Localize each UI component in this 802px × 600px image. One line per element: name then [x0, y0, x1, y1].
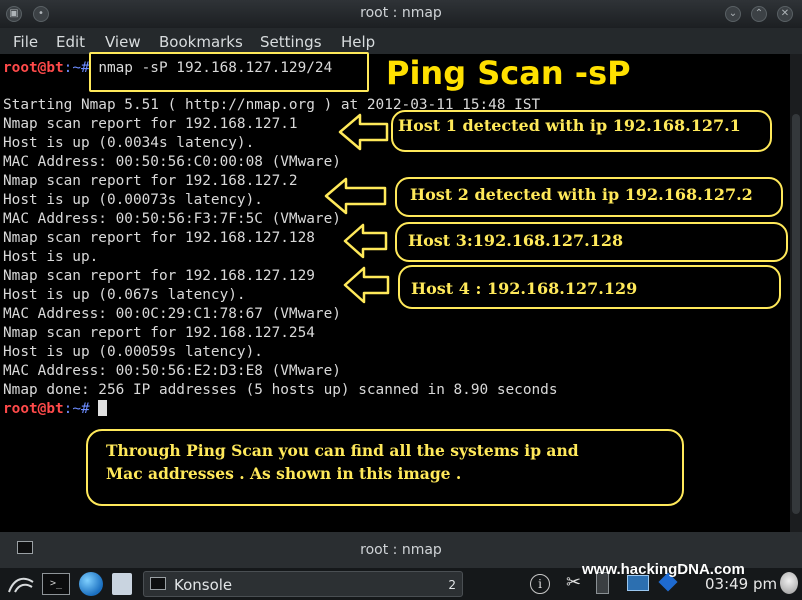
arrow-left-icon: [343, 266, 390, 304]
note-line-1: Through Ping Scan you can find all the s…: [106, 441, 579, 460]
host1-label: Host 1 detected with ip 192.168.127.1: [398, 116, 741, 135]
output-line: Nmap scan report for 192.168.127.1: [3, 116, 298, 132]
menu-view[interactable]: View: [105, 33, 141, 51]
window-title: root : nmap: [360, 5, 442, 21]
output-line: Nmap scan report for 192.168.127.128: [3, 230, 315, 246]
output-line: Host is up.: [3, 249, 99, 265]
file-manager-icon[interactable]: [112, 573, 132, 595]
output-line: MAC Address: 00:50:56:F3:7F:5C (VMware): [3, 211, 341, 227]
prompt-path: :~#: [63, 401, 90, 417]
scissors-icon[interactable]: ✂: [566, 572, 581, 593]
output-line: Nmap scan report for 192.168.127.254: [3, 325, 315, 341]
prompt-user: root@bt: [3, 401, 64, 417]
terminal-scrollbar[interactable]: [790, 54, 802, 532]
kde-menu-icon[interactable]: [6, 572, 36, 596]
minimize-icon[interactable]: ⌄: [725, 6, 741, 22]
output-line: MAC Address: 00:0C:29:C1:78:67 (VMware): [3, 306, 341, 322]
menu-bar: File Edit View Bookmarks Settings Help: [0, 28, 802, 54]
host3-label: Host 3:192.168.127.128: [408, 231, 624, 250]
arrow-left-icon: [338, 113, 389, 151]
prompt-path: :~#: [63, 60, 90, 76]
command-highlight-box: [89, 52, 369, 92]
host2-label: Host 2 detected with ip 192.168.127.2: [410, 185, 753, 204]
maximize-icon[interactable]: ⌃: [751, 6, 767, 22]
website-watermark: www.hackingDNA.com: [582, 561, 745, 578]
arrow-left-icon: [343, 223, 388, 259]
host4-label: Host 4 : 192.168.127.129: [411, 279, 638, 298]
prompt-line: root@bt:~#: [3, 400, 108, 419]
menu-bookmarks[interactable]: Bookmarks: [159, 33, 243, 51]
konsole-icon: [150, 577, 166, 590]
info-icon[interactable]: i: [530, 574, 550, 594]
scrollbar-thumb[interactable]: [792, 114, 800, 514]
browser-globe-icon[interactable]: [79, 572, 103, 596]
output-line: Host is up (0.0034s latency).: [3, 135, 255, 151]
note-line-2: Mac addresses . As shown in this image .: [106, 464, 462, 483]
desktop-toggle-icon[interactable]: [780, 572, 798, 594]
menu-settings[interactable]: Settings: [260, 33, 322, 51]
menu-file[interactable]: File: [13, 33, 38, 51]
window-titlebar[interactable]: ▣ • root : nmap ⌄ ⌃ ✕: [0, 0, 802, 28]
output-line: MAC Address: 00:50:56:E2:D3:E8 (VMware): [3, 363, 341, 379]
close-icon[interactable]: ✕: [777, 6, 793, 22]
menu-help[interactable]: Help: [341, 33, 375, 51]
output-line: Nmap done: 256 IP addresses (5 hosts up)…: [3, 382, 558, 398]
output-line: Nmap scan report for 192.168.127.129: [3, 268, 315, 284]
output-line: Host is up (0.067s latency).: [3, 287, 246, 303]
konsole-task-button[interactable]: Konsole 2: [143, 571, 463, 597]
menu-edit[interactable]: Edit: [56, 33, 85, 51]
terminal-launcher-icon[interactable]: >_: [42, 573, 70, 595]
output-line: MAC Address: 00:50:56:C0:00:08 (VMware): [3, 154, 341, 170]
konsole-task-count: 2: [448, 578, 456, 592]
text-cursor: [98, 400, 108, 416]
konsole-task-label: Konsole: [174, 576, 233, 594]
output-line: Host is up (0.00073s latency).: [3, 192, 263, 208]
output-line: Host is up (0.00059s latency).: [3, 344, 263, 360]
output-line: Nmap scan report for 192.168.127.2: [3, 173, 298, 189]
session-tab[interactable]: root : nmap: [0, 542, 802, 558]
arrow-left-icon: [324, 177, 387, 215]
ping-scan-heading: Ping Scan -sP: [386, 54, 631, 92]
prompt-user: root@bt: [3, 60, 64, 76]
